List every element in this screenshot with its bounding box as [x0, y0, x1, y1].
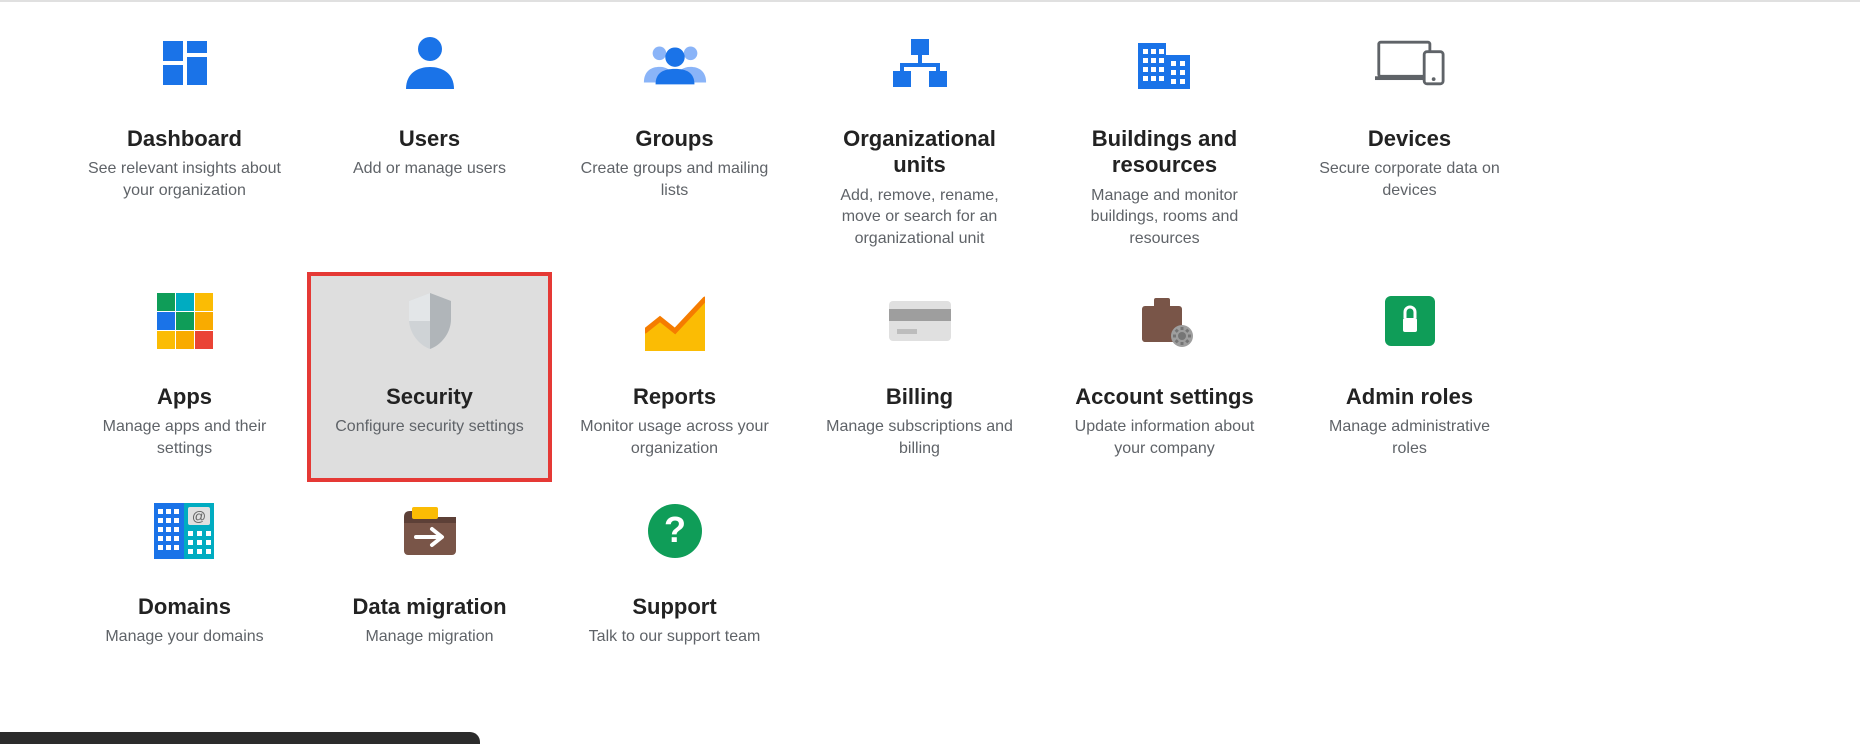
domains-icon: @ — [150, 496, 220, 566]
devices-icon — [1375, 28, 1445, 98]
tile-title: Users — [399, 126, 460, 152]
tile-dashboard[interactable]: Dashboard See relevant insights about yo… — [62, 14, 307, 272]
support-icon: ? — [640, 496, 710, 566]
tile-title: Billing — [886, 384, 953, 410]
data-migration-icon — [395, 496, 465, 566]
tile-title: Security — [386, 384, 473, 410]
tile-desc: Create groups and mailing lists — [575, 158, 775, 201]
tile-title: Data migration — [352, 594, 506, 620]
tile-desc: Talk to our support team — [589, 626, 761, 648]
tile-title: Support — [632, 594, 716, 620]
tile-desc: Manage your domains — [105, 626, 263, 648]
tile-title: Buildings and resources — [1065, 126, 1265, 179]
tile-billing[interactable]: Billing Manage subscriptions and billing — [797, 272, 1042, 482]
tile-desc: Manage apps and their settings — [85, 416, 285, 459]
tile-desc: Configure security settings — [335, 416, 524, 438]
dashboard-icon — [150, 28, 220, 98]
tile-desc: Manage administrative roles — [1310, 416, 1510, 459]
admin-tile-grid: Dashboard See relevant insights about yo… — [62, 14, 1532, 692]
tile-title: Groups — [635, 126, 713, 152]
tile-title: Reports — [633, 384, 716, 410]
tile-buildings[interactable]: Buildings and resources Manage and monit… — [1042, 14, 1287, 272]
tile-desc: Update information about your company — [1065, 416, 1265, 459]
tile-support[interactable]: ? Support Talk to our support team — [552, 482, 797, 692]
reports-icon — [640, 286, 710, 356]
tile-desc: See relevant insights about your organiz… — [85, 158, 285, 201]
billing-icon — [885, 286, 955, 356]
bottom-bar — [0, 732, 480, 744]
tile-title: Dashboard — [127, 126, 242, 152]
svg-text:@: @ — [191, 508, 205, 524]
apps-icon — [150, 286, 220, 356]
tile-desc: Secure corporate data on devices — [1310, 158, 1510, 201]
tile-desc: Monitor usage across your organization — [575, 416, 775, 459]
buildings-icon — [1130, 28, 1200, 98]
tile-desc: Manage migration — [365, 626, 493, 648]
tile-title: Admin roles — [1346, 384, 1473, 410]
top-divider — [0, 0, 1860, 2]
tile-admin-roles[interactable]: Admin roles Manage administrative roles — [1287, 272, 1532, 482]
tile-data-migration[interactable]: Data migration Manage migration — [307, 482, 552, 692]
groups-icon — [640, 28, 710, 98]
tile-title: Devices — [1368, 126, 1451, 152]
tile-title: Apps — [157, 384, 212, 410]
tile-desc: Add or manage users — [353, 158, 506, 180]
tile-desc: Manage subscriptions and billing — [820, 416, 1020, 459]
tile-account[interactable]: Account settings Update information abou… — [1042, 272, 1287, 482]
tile-groups[interactable]: Groups Create groups and mailing lists — [552, 14, 797, 272]
tile-users[interactable]: Users Add or manage users — [307, 14, 552, 272]
security-icon — [395, 286, 465, 356]
tile-apps[interactable]: Apps Manage apps and their settings — [62, 272, 307, 482]
tile-desc: Add, remove, rename, move or search for … — [820, 185, 1020, 250]
tile-org-units[interactable]: Organizational units Add, remove, rename… — [797, 14, 1042, 272]
tile-title: Domains — [138, 594, 231, 620]
tile-domains[interactable]: @ Domains Manage your domains — [62, 482, 307, 692]
tile-desc: Manage and monitor buildings, rooms and … — [1065, 185, 1265, 250]
org-units-icon — [885, 28, 955, 98]
tile-devices[interactable]: Devices Secure corporate data on devices — [1287, 14, 1532, 272]
tile-reports[interactable]: Reports Monitor usage across your organi… — [552, 272, 797, 482]
tile-title: Account settings — [1075, 384, 1253, 410]
tile-security[interactable]: Security Configure security settings — [307, 272, 552, 482]
tile-title: Organizational units — [820, 126, 1020, 179]
admin-roles-icon — [1375, 286, 1445, 356]
account-settings-icon — [1130, 286, 1200, 356]
svg-text:?: ? — [664, 509, 686, 550]
users-icon — [395, 28, 465, 98]
